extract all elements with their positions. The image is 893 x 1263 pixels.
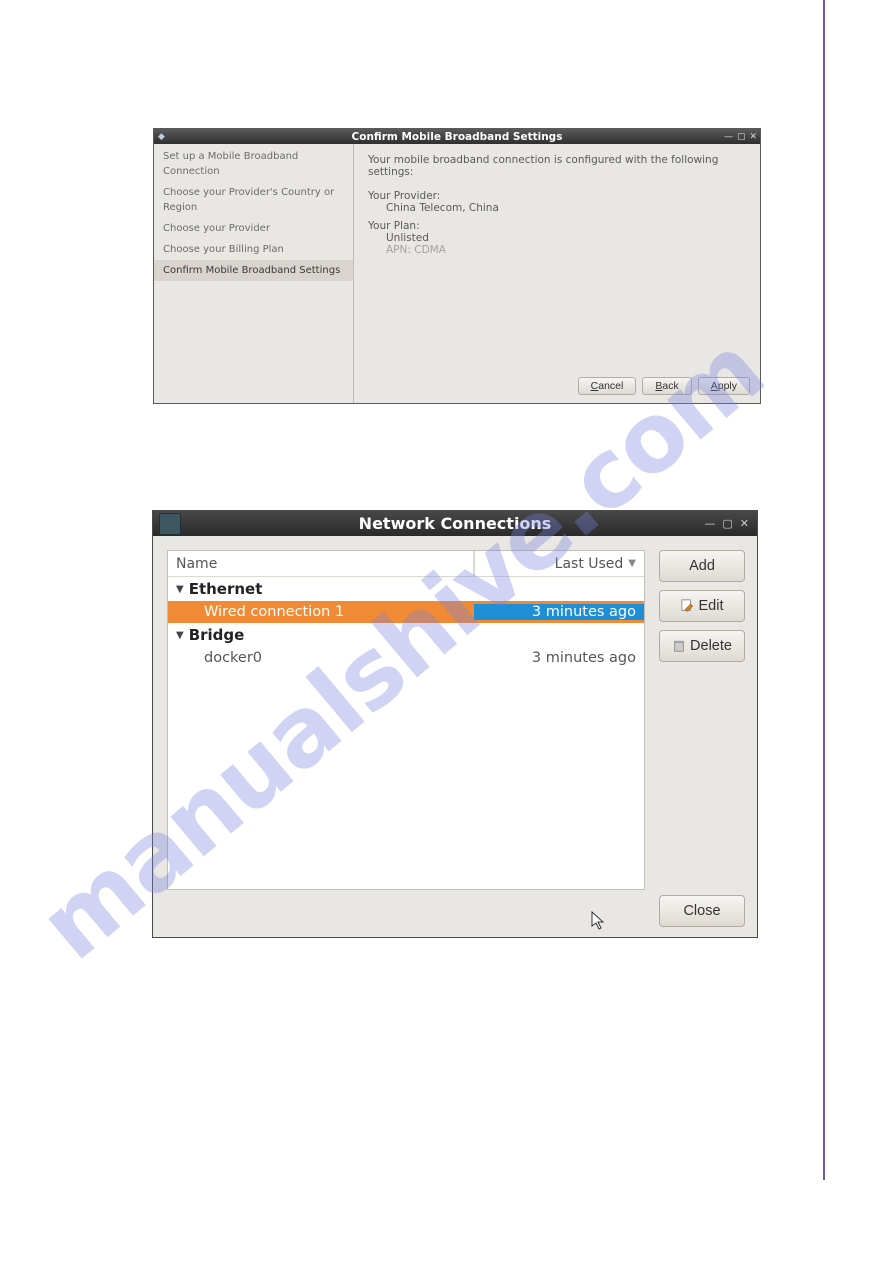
trash-icon — [672, 639, 686, 653]
add-button-label: Add — [689, 558, 715, 574]
apply-button[interactable]: Apply — [698, 377, 750, 395]
edit-icon — [681, 599, 695, 613]
wizard-step-selected[interactable]: Confirm Mobile Broadband Settings — [154, 260, 353, 281]
cancel-button[interactable]: Cancel — [578, 377, 637, 395]
maximize-button[interactable]: ▢ — [737, 132, 746, 142]
wizard-step[interactable]: Choose your Billing Plan — [154, 239, 353, 260]
network-connections-window: Network Connections — ▢ ✕ Name Last Used… — [152, 510, 758, 938]
column-name[interactable]: Name — [168, 551, 474, 576]
window-controls: — ▢ ✕ — [704, 517, 749, 530]
titlebar[interactable]: Network Connections — ▢ ✕ — [153, 511, 757, 536]
group-ethernet[interactable]: ▼ Ethernet — [168, 577, 644, 601]
minimize-button[interactable]: — — [724, 132, 733, 142]
broadband-settings-window: ◆ Confirm Mobile Broadband Settings — ▢ … — [153, 128, 761, 404]
column-last-used[interactable]: Last Used ▼ — [474, 551, 644, 576]
maximize-button[interactable]: ▢ — [722, 517, 732, 530]
expander-icon[interactable]: ▼ — [176, 584, 184, 595]
add-button[interactable]: Add — [659, 550, 745, 582]
tree-header: Name Last Used ▼ — [168, 551, 644, 577]
connection-last-used: 3 minutes ago — [474, 604, 644, 620]
plan-detail: APN: CDMA — [386, 244, 746, 256]
close-button[interactable]: ✕ — [749, 132, 757, 142]
connection-last-used: 3 minutes ago — [474, 650, 644, 666]
window-controls: — ▢ ✕ — [724, 132, 757, 142]
group-bridge[interactable]: ▼ Bridge — [168, 623, 644, 647]
back-button[interactable]: Back — [642, 377, 691, 395]
wizard-step[interactable]: Choose your Provider's Country or Region — [154, 182, 353, 218]
provider-value: China Telecom, China — [386, 202, 746, 214]
mouse-cursor-icon — [591, 911, 607, 931]
expander-icon[interactable]: ▼ — [176, 630, 184, 641]
group-label: Bridge — [189, 626, 245, 644]
connection-row[interactable]: docker0 3 minutes ago — [168, 647, 644, 669]
titlebar[interactable]: ◆ Confirm Mobile Broadband Settings — ▢ … — [154, 129, 760, 144]
connection-name: docker0 — [168, 650, 474, 666]
connections-tree: Name Last Used ▼ ▼ Ethernet Wired connec… — [167, 550, 645, 890]
wizard-step[interactable]: Set up a Mobile Broadband Connection — [154, 146, 353, 182]
edit-button-label: Edit — [699, 598, 724, 614]
delete-button-label: Delete — [690, 638, 732, 654]
wizard-steps-sidebar: Set up a Mobile Broadband Connection Cho… — [154, 144, 354, 403]
window-title: Network Connections — [153, 514, 757, 533]
provider-label: Your Provider: — [368, 190, 746, 202]
plan-label: Your Plan: — [368, 220, 746, 232]
delete-button[interactable]: Delete — [659, 630, 745, 662]
edit-button[interactable]: Edit — [659, 590, 745, 622]
close-dialog-button[interactable]: Close — [659, 895, 745, 927]
close-button-label: Close — [683, 903, 720, 919]
connection-row-selected[interactable]: Wired connection 1 3 minutes ago — [168, 601, 644, 623]
plan-value: Unlisted — [386, 232, 746, 244]
connection-name: Wired connection 1 — [168, 604, 474, 620]
window-title: Confirm Mobile Broadband Settings — [154, 131, 760, 143]
minimize-button[interactable]: — — [704, 517, 715, 530]
intro-text: Your mobile broadband connection is conf… — [368, 154, 746, 178]
sort-descending-icon: ▼ — [628, 558, 636, 569]
wizard-content-panel: Your mobile broadband connection is conf… — [354, 144, 760, 403]
group-label: Ethernet — [189, 580, 263, 598]
wizard-step[interactable]: Choose your Provider — [154, 218, 353, 239]
close-button[interactable]: ✕ — [740, 517, 749, 530]
